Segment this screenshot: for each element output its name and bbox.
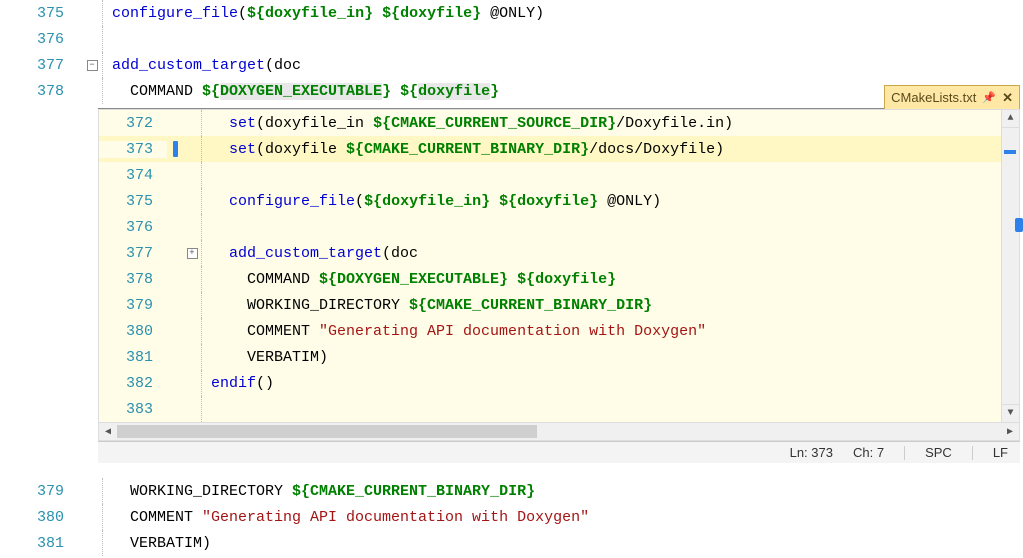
scroll-up-icon[interactable]: ▲ <box>1002 110 1019 128</box>
status-line: Ln: 373 <box>790 445 833 460</box>
line-number: 381 <box>99 349 167 366</box>
line-number: 378 <box>0 83 82 100</box>
line-number: 373 <box>99 141 167 158</box>
inner-editor-window: CMakeLists.txt 📌 ✕ 372 set(doxyfile_in $… <box>98 108 1020 463</box>
inner-editor-body[interactable]: 372 set(doxyfile_in ${CMAKE_CURRENT_SOUR… <box>98 109 1020 441</box>
line-number: 379 <box>0 483 82 500</box>
tab-title: CMakeLists.txt <box>891 90 976 105</box>
code-text[interactable]: configure_file(${doxyfile_in} ${doxyfile… <box>211 193 661 210</box>
status-bar: Ln: 373 Ch: 7 SPC LF <box>98 441 1020 463</box>
code-text[interactable]: WORKING_DIRECTORY ${CMAKE_CURRENT_BINARY… <box>112 483 535 500</box>
inner-code-line[interactable]: 373 set(doxyfile ${CMAKE_CURRENT_BINARY_… <box>99 136 1019 162</box>
line-number: 381 <box>0 535 82 552</box>
inner-code-line[interactable]: 378 COMMAND ${DOXYGEN_EXECUTABLE} ${doxy… <box>99 266 1019 292</box>
line-number: 377 <box>99 245 167 262</box>
line-number: 379 <box>99 297 167 314</box>
inner-code-line[interactable]: 374 <box>99 162 1019 188</box>
code-text[interactable]: add_custom_target(doc <box>211 245 418 262</box>
line-number: 375 <box>0 5 82 22</box>
inner-code-line[interactable]: 375 configure_file(${doxyfile_in} ${doxy… <box>99 188 1019 214</box>
outer-code-line[interactable]: 375 configure_file(${doxyfile_in} ${doxyf… <box>0 0 1023 26</box>
status-col: Ch: 7 <box>853 445 884 460</box>
inner-code-line[interactable]: 377 + add_custom_target(doc <box>99 240 1019 266</box>
line-number: 372 <box>99 115 167 132</box>
fold-toggle[interactable]: − <box>82 60 102 71</box>
inner-code-line[interactable]: 379 WORKING_DIRECTORY ${CMAKE_CURRENT_BI… <box>99 292 1019 318</box>
outer-code-line[interactable]: 377−add_custom_target(doc <box>0 52 1023 78</box>
inner-code-line[interactable]: 381 VERBATIM) <box>99 344 1019 370</box>
code-text[interactable]: endif() <box>211 375 274 392</box>
outer-editor[interactable]: 375 configure_file(${doxyfile_in} ${doxyf… <box>0 0 1023 558</box>
scroll-down-icon[interactable]: ▼ <box>1002 404 1019 422</box>
line-number: 380 <box>0 509 82 526</box>
outer-code-line[interactable]: 376 <box>0 26 1023 52</box>
vertical-scrollbar[interactable]: ▲ ▼ <box>1001 110 1019 422</box>
code-text[interactable]: WORKING_DIRECTORY ${CMAKE_CURRENT_BINARY… <box>211 297 652 314</box>
code-text[interactable]: configure_file(${doxyfile_in} ${doxyfile… <box>112 5 544 22</box>
line-number: 375 <box>99 193 167 210</box>
status-eol[interactable]: LF <box>993 445 1008 460</box>
line-number: 383 <box>99 401 167 418</box>
code-text[interactable]: VERBATIM) <box>211 349 328 366</box>
close-icon[interactable]: ✕ <box>1002 90 1013 106</box>
outer-code-line[interactable]: 379 WORKING_DIRECTORY ${CMAKE_CURRENT_BI… <box>0 478 1023 504</box>
line-number: 380 <box>99 323 167 340</box>
inner-code-line[interactable]: 383 <box>99 396 1019 422</box>
line-number: 377 <box>0 57 82 74</box>
scrollbar-caret-marker <box>1015 218 1023 232</box>
code-text[interactable]: VERBATIM) <box>112 535 211 552</box>
inner-editor-tab[interactable]: CMakeLists.txt 📌 ✕ <box>884 85 1020 109</box>
pin-icon[interactable]: 📌 <box>982 91 996 104</box>
inner-code-line[interactable]: 376 <box>99 214 1019 240</box>
fold-toggle[interactable]: + <box>183 248 201 259</box>
code-text[interactable]: add_custom_target(doc <box>112 57 301 74</box>
scrollbar-thumb[interactable] <box>117 425 537 438</box>
outer-code-line[interactable]: 378 COMMAND ${DOXYGEN_EXECUTABLE} ${doxy… <box>0 78 1023 104</box>
outer-code-line[interactable]: 381 VERBATIM) <box>0 530 1023 556</box>
line-number: 378 <box>99 271 167 288</box>
line-number: 382 <box>99 375 167 392</box>
scrollbar-marker <box>1004 150 1016 154</box>
inner-code-line[interactable]: 380 COMMENT "Generating API documentatio… <box>99 318 1019 344</box>
code-text[interactable]: COMMENT "Generating API documentation wi… <box>211 323 706 340</box>
line-number: 376 <box>0 31 82 48</box>
code-text[interactable]: set(doxyfile ${CMAKE_CURRENT_BINARY_DIR}… <box>211 141 724 158</box>
change-marker <box>167 141 183 157</box>
scroll-left-icon[interactable]: ◀ <box>99 426 117 438</box>
inner-code-line[interactable]: 382 endif() <box>99 370 1019 396</box>
status-indent[interactable]: SPC <box>925 445 952 460</box>
code-text[interactable]: COMMENT "Generating API documentation wi… <box>112 509 589 526</box>
outer-code-line[interactable]: 380 COMMENT "Generating API documentatio… <box>0 504 1023 530</box>
scrollbar-track[interactable] <box>117 423 1001 440</box>
line-number: 374 <box>99 167 167 184</box>
scroll-right-icon[interactable]: ▶ <box>1001 426 1019 438</box>
code-text[interactable]: COMMAND ${DOXYGEN_EXECUTABLE} ${doxyfile… <box>112 83 499 100</box>
horizontal-scrollbar[interactable]: ◀ ▶ <box>99 422 1019 440</box>
code-text[interactable]: COMMAND ${DOXYGEN_EXECUTABLE} ${doxyfile… <box>211 271 616 288</box>
code-text[interactable]: set(doxyfile_in ${CMAKE_CURRENT_SOURCE_D… <box>211 115 733 132</box>
line-number: 376 <box>99 219 167 236</box>
inner-code-line[interactable]: 372 set(doxyfile_in ${CMAKE_CURRENT_SOUR… <box>99 110 1019 136</box>
